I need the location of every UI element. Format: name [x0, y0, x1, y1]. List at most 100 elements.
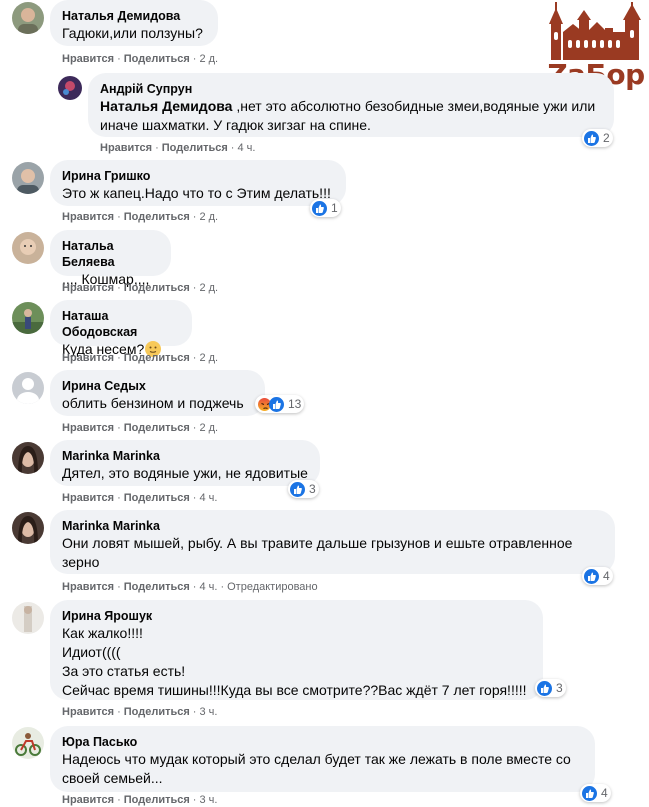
author-name[interactable]: Marinka Marinka — [62, 518, 603, 534]
reaction-count: 2 — [603, 131, 610, 145]
author-name[interactable]: Ирина Ярошук — [62, 608, 531, 624]
reply-button[interactable]: Поделиться — [124, 352, 190, 364]
reply-button[interactable]: Поделиться — [124, 794, 190, 806]
reply-button[interactable]: Поделиться — [124, 492, 190, 504]
comment-actions: Нравится · Поделиться · 4 ч. — [100, 142, 256, 154]
avatar[interactable] — [12, 2, 44, 34]
timestamp[interactable]: 2 д. — [199, 53, 218, 65]
comment-actions: Нравится · Поделиться · 2 д. — [62, 53, 219, 65]
author-name[interactable]: Ирина Седых — [62, 378, 253, 394]
reaction-summary[interactable]: 2 — [582, 129, 613, 147]
comment-bubble: Marinka Marinka Они ловят мышей, рыбу. А… — [50, 510, 615, 574]
author-name[interactable]: Андрій Супрун — [100, 81, 602, 97]
author-name[interactable]: Натальа Беляева — [62, 238, 159, 270]
comment-actions: Нравится · Поделиться · 3 ч. — [62, 794, 218, 806]
reply-button[interactable]: Поделиться — [124, 581, 190, 593]
comment-bubble: Юра Пасько Надеюсь что мудак который это… — [50, 726, 595, 792]
comment-text: Надеюсь что мудак который это сделал буд… — [62, 751, 571, 786]
comment-text: Они ловят мышей, рыбу. А вы травите даль… — [62, 535, 573, 570]
author-name[interactable]: Marinka Marinka — [62, 448, 308, 464]
avatar[interactable] — [12, 302, 44, 334]
reaction-count: 13 — [288, 397, 302, 411]
like-button[interactable]: Нравится — [100, 142, 152, 154]
reply-button[interactable]: Поделиться — [124, 53, 190, 65]
author-name[interactable]: Наташа Ободовская — [62, 308, 180, 340]
like-button[interactable]: Нравится — [62, 282, 114, 294]
timestamp[interactable]: 3 ч. — [199, 794, 217, 806]
comment-bubble: Наталья Демидова Гадюки,или ползуны? — [50, 0, 218, 46]
reaction-summary[interactable]: 13 — [255, 395, 305, 413]
reaction-summary[interactable]: 1 — [310, 199, 341, 217]
reply-button[interactable]: Поделиться — [124, 422, 190, 434]
avatar[interactable] — [12, 232, 44, 264]
reply-button[interactable]: Поделиться — [124, 706, 190, 718]
avatar[interactable] — [12, 372, 44, 404]
like-button[interactable]: Нравится — [62, 53, 114, 65]
timestamp[interactable]: 4 ч. — [199, 492, 217, 504]
timestamp[interactable]: 2 д. — [199, 422, 218, 434]
comment-text: облить бензином и поджечь — [62, 395, 244, 411]
author-name[interactable]: Наталья Демидова — [62, 8, 206, 24]
comment-actions: Нравится · Поделиться · 2 д. — [62, 352, 219, 364]
avatar[interactable] — [12, 512, 44, 544]
reaction-count: 4 — [601, 786, 608, 800]
like-icon — [312, 200, 327, 216]
like-button[interactable]: Нравится — [62, 492, 114, 504]
comment-actions: Нравится · Поделиться · 2 д. — [62, 282, 219, 294]
comment-text: Дятел, это водяные ужи, не ядовитые — [62, 465, 308, 481]
comment-actions: Нравится · Поделиться · 2 д. — [62, 422, 219, 434]
comment-actions: Нравится · Поделиться · 2 д. — [62, 211, 219, 223]
like-icon — [537, 680, 552, 696]
reaction-summary[interactable]: 4 — [580, 784, 611, 802]
comment-text: Это ж капец.Надо что то с Этим делать!!! — [62, 185, 331, 201]
comment-bubble: Натальа Беляева ,,,, Кошмар,,,, — [50, 230, 171, 287]
like-button[interactable]: Нравится — [62, 352, 114, 364]
like-button[interactable]: Нравится — [62, 706, 114, 718]
reaction-summary[interactable]: 3 — [288, 480, 319, 498]
reply-button[interactable]: Поделиться — [124, 211, 190, 223]
avatar[interactable] — [12, 162, 44, 194]
like-button[interactable]: Нравится — [62, 794, 114, 806]
avatar[interactable] — [58, 76, 82, 100]
author-name[interactable]: Юра Пасько — [62, 734, 583, 750]
timestamp[interactable]: 2 д. — [199, 211, 218, 223]
author-name[interactable]: Ирина Гришко — [62, 168, 334, 184]
castle-icon — [549, 2, 641, 60]
like-button[interactable]: Нравится — [62, 422, 114, 434]
avatar[interactable] — [12, 727, 44, 759]
comment-text: Гадюки,или ползуны? — [62, 25, 203, 41]
comment-bubble: Андрій Супрун Наталья Демидова ,нет это … — [88, 73, 614, 137]
reaction-summary[interactable]: 3 — [535, 679, 566, 697]
like-button[interactable]: Нравится — [62, 581, 114, 593]
avatar[interactable] — [12, 442, 44, 474]
comment-bubble: Ирина Ярошук Как жалко!!!! Идиот(((( За … — [50, 600, 543, 700]
comment-bubble: Marinka Marinka Дятел, это водяные ужи, … — [50, 440, 320, 486]
comment-bubble: Наташа Ободовская Куда несем? — [50, 300, 192, 357]
reaction-summary[interactable]: 4 — [582, 567, 613, 585]
reaction-count: 3 — [309, 482, 316, 496]
timestamp[interactable]: 2 д. — [199, 282, 218, 294]
timestamp[interactable]: 4 ч. — [199, 581, 217, 593]
timestamp[interactable]: 2 д. — [199, 352, 218, 364]
like-icon — [290, 481, 305, 497]
reaction-count: 1 — [331, 201, 338, 215]
like-button[interactable]: Нравится — [62, 211, 114, 223]
edited-label[interactable]: Отредактировано — [227, 581, 318, 593]
timestamp[interactable]: 3 ч. — [199, 706, 217, 718]
comment-text: Наталья Демидова ,нет это абсолютно безо… — [100, 98, 596, 133]
comment-bubble: Ирина Гришко Это ж капец.Надо что то с Э… — [50, 160, 346, 206]
comment-bubble: Ирина Седых облить бензином и поджечь — [50, 370, 265, 416]
comment-text: Как жалко!!!! Идиот(((( За это статья ес… — [62, 625, 527, 698]
reply-button[interactable]: Поделиться — [162, 142, 228, 154]
like-icon — [584, 130, 599, 146]
avatar[interactable] — [12, 602, 44, 634]
like-icon — [584, 568, 599, 584]
comment-actions: Нравится · Поделиться · 4 ч. · Отредактировано — [62, 581, 318, 593]
comment-actions: Нравится · Поделиться · 4 ч. — [62, 492, 218, 504]
like-icon — [269, 396, 284, 412]
comment-actions: Нравится · Поделиться · 3 ч. — [62, 706, 218, 718]
like-icon — [582, 785, 597, 801]
mention-link[interactable]: Наталья Демидова — [100, 98, 232, 114]
reply-button[interactable]: Поделиться — [124, 282, 190, 294]
timestamp[interactable]: 4 ч. — [237, 142, 255, 154]
